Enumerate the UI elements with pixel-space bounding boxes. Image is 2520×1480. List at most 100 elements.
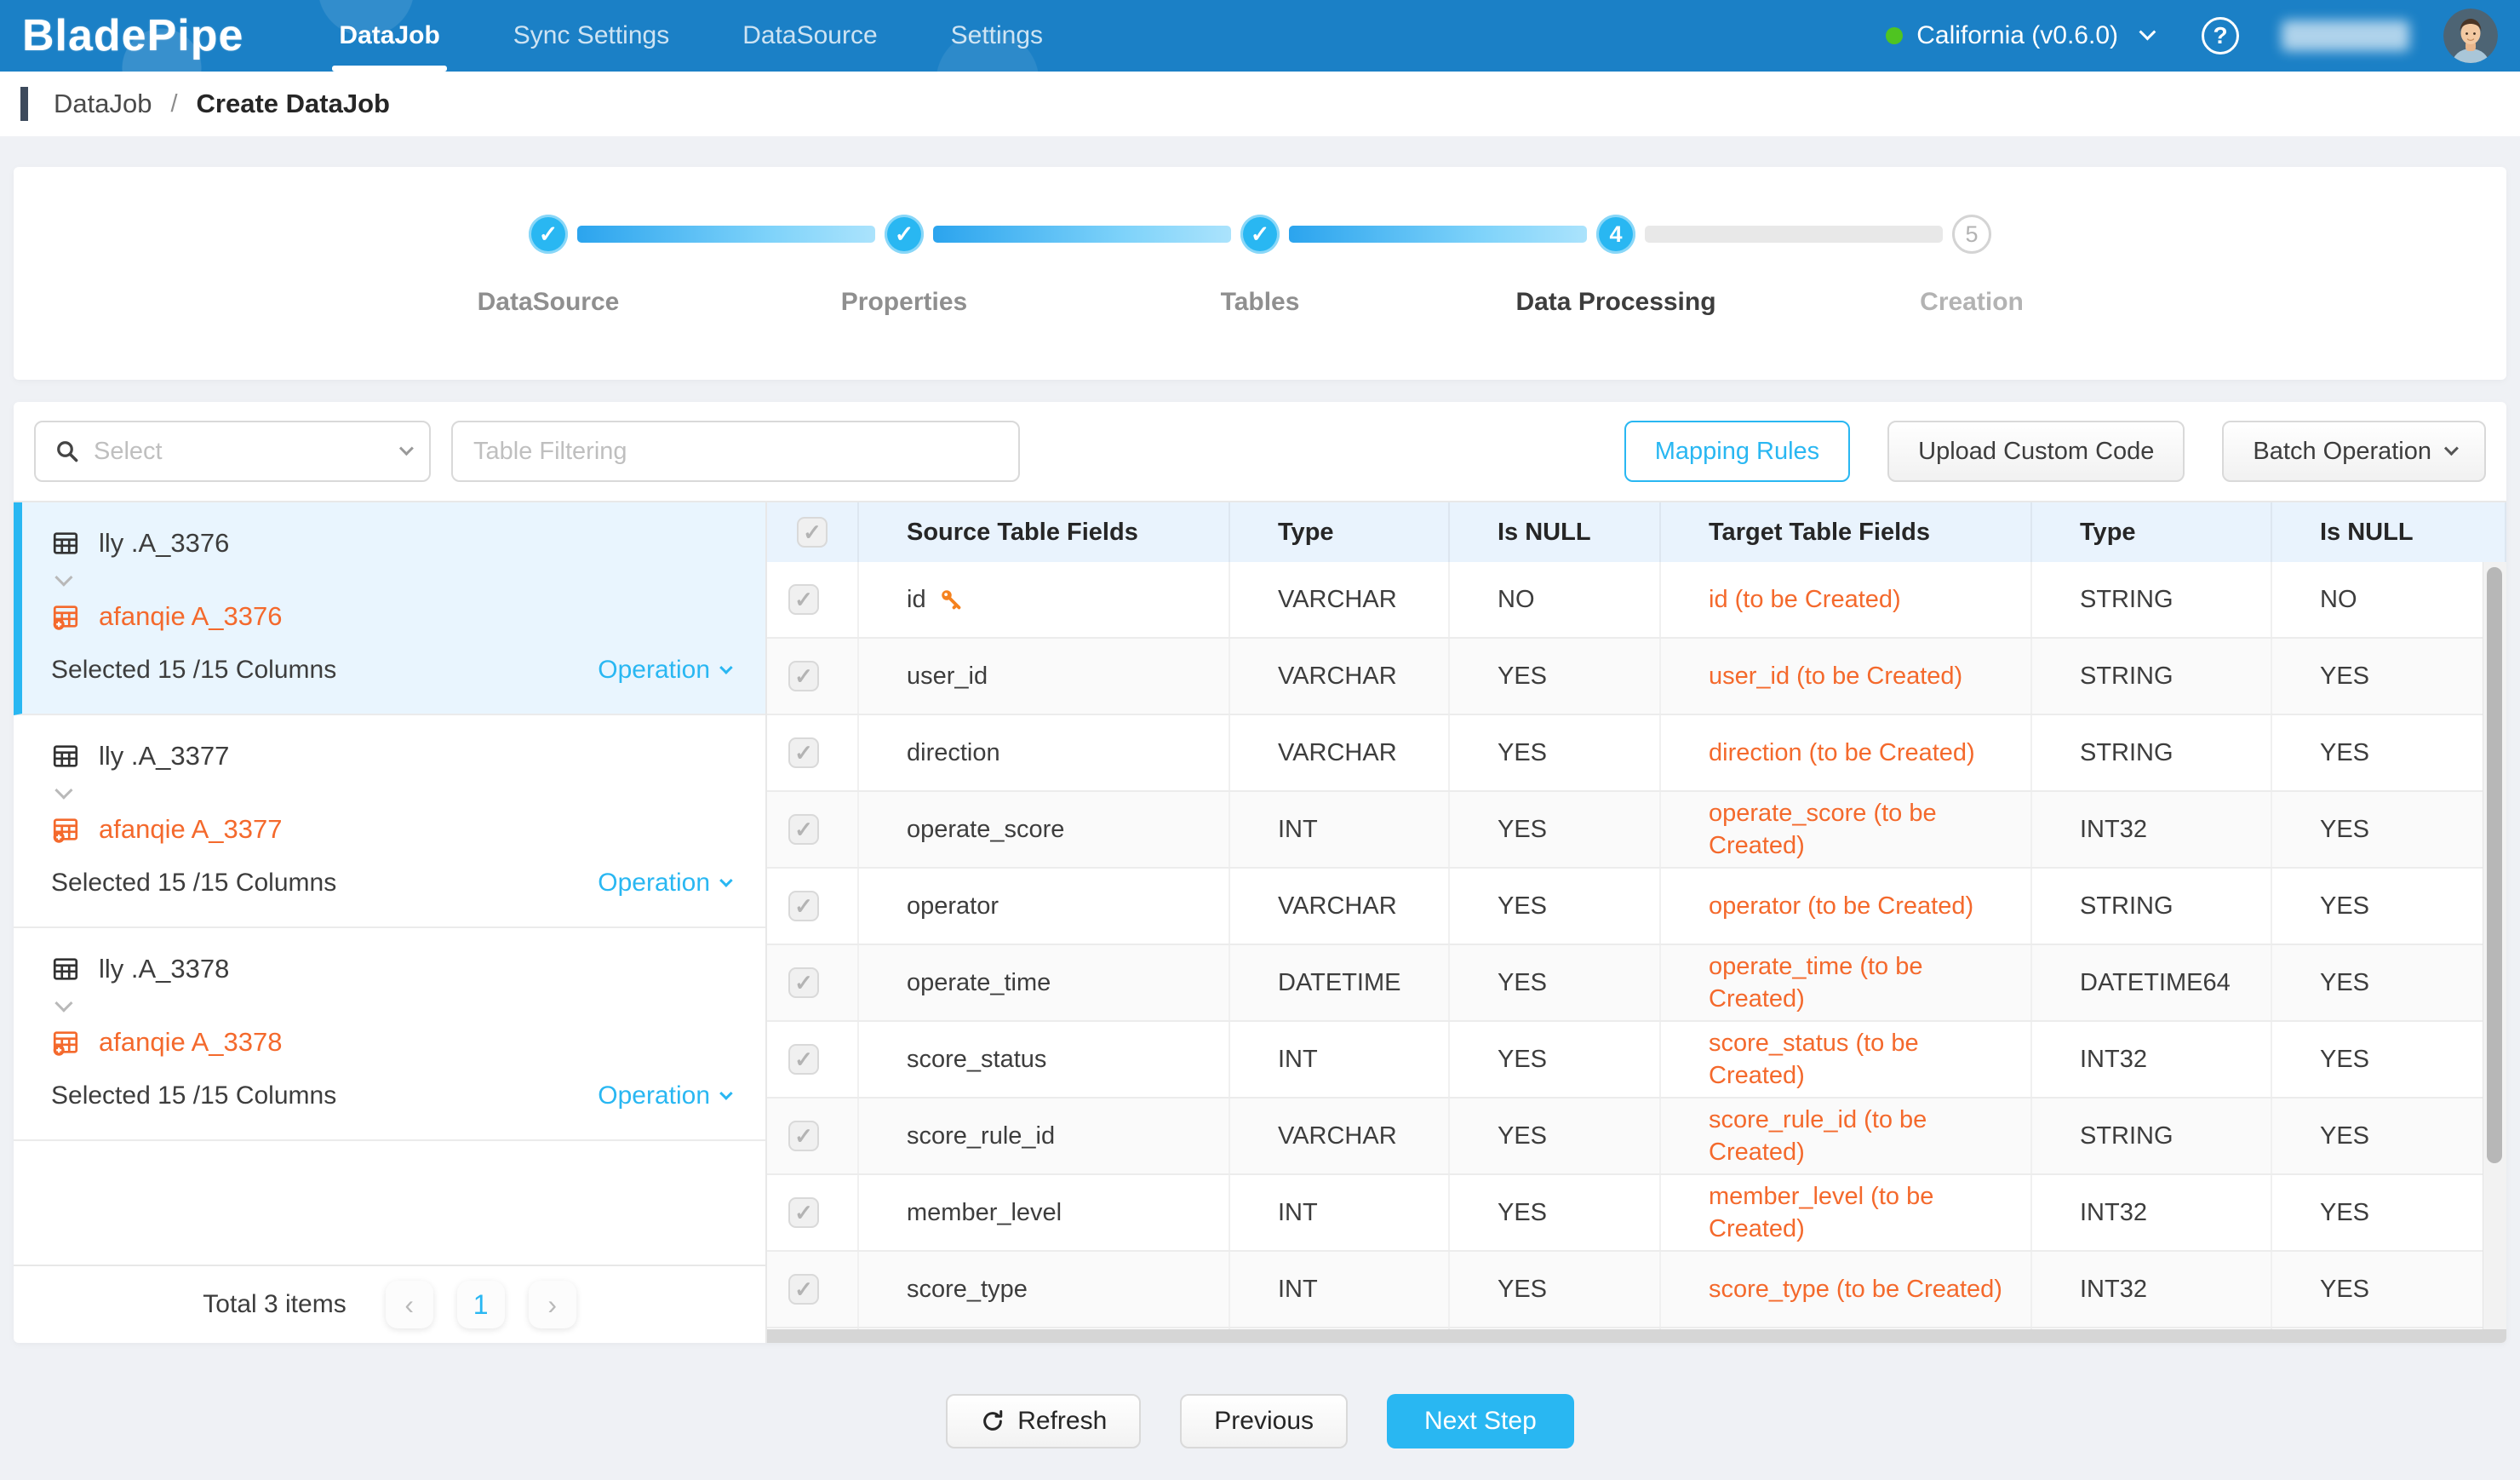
selected-columns-text: Selected 15 /15 Columns	[51, 869, 336, 898]
source-table-row: lly .A_3378	[51, 954, 730, 984]
source-null-cell: YES	[1450, 945, 1661, 1020]
row-checkbox[interactable]: ✓	[788, 584, 819, 615]
app-logo: BladePipe	[22, 10, 243, 61]
table-row: ✓ operate_score INT YES operate_score (t…	[767, 792, 2506, 869]
refresh-button[interactable]: Refresh	[946, 1394, 1141, 1448]
breadcrumb-parent[interactable]: DataJob	[54, 89, 152, 119]
chevron-down-icon	[2444, 441, 2459, 456]
col-source-null: Is NULL	[1450, 502, 1661, 562]
total-items-text: Total 3 items	[203, 1290, 346, 1319]
target-null-cell: YES	[2272, 869, 2506, 944]
target-field-cell: direction (to be Created)	[1661, 715, 2032, 790]
prev-page-button[interactable]: ‹	[386, 1281, 433, 1328]
primary-key-icon	[938, 587, 964, 612]
toolbar-actions: Mapping Rules Upload Custom Code Batch O…	[1624, 421, 2486, 482]
previous-button[interactable]: Previous	[1180, 1394, 1348, 1448]
nav-tab-datajob[interactable]: DataJob	[339, 0, 439, 72]
source-field-name: user_id	[907, 660, 988, 692]
step-circle: ✓	[885, 215, 924, 254]
next-step-button[interactable]: Next Step	[1387, 1394, 1574, 1448]
row-checkbox[interactable]: ✓	[788, 814, 819, 845]
mapping-rules-button[interactable]: Mapping Rules	[1624, 421, 1850, 482]
horizontal-scrollbar[interactable]	[767, 1329, 2506, 1343]
source-type-cell: VARCHAR	[1230, 715, 1450, 790]
table-mapping-card[interactable]: lly .A_3378 afanqie A_3378 Selected 15 /…	[14, 928, 765, 1141]
row-checkbox[interactable]: ✓	[788, 1121, 819, 1151]
chevron-down-icon[interactable]	[56, 998, 730, 1015]
step-label: Data Processing	[1515, 288, 1715, 317]
target-table-name: afanqie A_3378	[99, 1027, 283, 1058]
table-mapping-card[interactable]: lly .A_3376 afanqie A_3376 Selected 15 /…	[14, 502, 765, 715]
vertical-scrollbar-thumb[interactable]	[2487, 567, 2502, 1163]
source-null-cell: YES	[1450, 639, 1661, 714]
select-all-checkbox[interactable]: ✓	[797, 517, 828, 548]
source-null-cell: YES	[1450, 792, 1661, 867]
table-filter-input[interactable]	[451, 421, 1020, 482]
table-mapping-card[interactable]: lly .A_3377 afanqie A_3377 Selected 15 /…	[14, 715, 765, 928]
table-row: ✓ member_level INT YES member_level (to …	[767, 1175, 2506, 1252]
chevron-down-icon[interactable]	[56, 572, 730, 589]
row-checkbox[interactable]: ✓	[788, 661, 819, 691]
row-checkbox[interactable]: ✓	[788, 1197, 819, 1228]
next-page-button[interactable]: ›	[529, 1281, 576, 1328]
checkbox-cell: ✓	[767, 715, 859, 790]
checkbox-cell: ✓	[767, 562, 859, 637]
help-icon[interactable]: ?	[2202, 17, 2239, 54]
check-icon: ✓	[794, 588, 813, 611]
row-checkbox[interactable]: ✓	[788, 891, 819, 921]
chevron-down-icon	[2139, 24, 2156, 41]
source-field-name: operate_time	[907, 967, 1051, 999]
operation-label: Operation	[598, 1081, 710, 1110]
target-type-cell: INT32	[2032, 1022, 2272, 1097]
source-field-name: operator	[907, 890, 999, 922]
stepper-panel: ✓ DataSource ✓ Properties ✓ Tables 4 Dat…	[14, 167, 2506, 380]
select-dropdown[interactable]: Select	[34, 421, 431, 482]
operation-label: Operation	[598, 869, 710, 898]
select-placeholder: Select	[94, 438, 400, 466]
target-type-cell: STRING	[2032, 562, 2272, 637]
nav-right: California (v0.6.0) ?	[1886, 9, 2498, 63]
wizard-step: ✓ Tables	[1082, 215, 1438, 317]
upload-custom-code-button[interactable]: Upload Custom Code	[1887, 421, 2185, 482]
operation-dropdown[interactable]: Operation	[598, 1081, 730, 1110]
table-list: lly .A_3376 afanqie A_3376 Selected 15 /…	[14, 502, 765, 1141]
refresh-label: Refresh	[1017, 1407, 1107, 1436]
row-checkbox[interactable]: ✓	[788, 967, 819, 998]
operation-dropdown[interactable]: Operation	[598, 656, 730, 685]
target-field-cell: score_status (to be Created)	[1661, 1022, 2032, 1097]
target-type-cell: STRING	[2032, 715, 2272, 790]
operation-dropdown[interactable]: Operation	[598, 869, 730, 898]
check-icon: ✓	[794, 665, 813, 687]
target-type-cell: STRING	[2032, 869, 2272, 944]
batch-operation-button[interactable]: Batch Operation	[2222, 421, 2486, 482]
chevron-down-icon[interactable]	[56, 785, 730, 802]
row-checkbox[interactable]: ✓	[788, 737, 819, 768]
operation-label: Operation	[598, 656, 710, 685]
target-table-name: afanqie A_3377	[99, 814, 283, 845]
region-selector[interactable]: California (v0.6.0)	[1886, 21, 2152, 50]
target-field-cell: score_rule_id (to be Created)	[1661, 1099, 2032, 1173]
source-field-cell: score_status	[859, 1022, 1230, 1097]
target-null-cell: YES	[2272, 1252, 2506, 1327]
source-type-cell: VARCHAR	[1230, 562, 1450, 637]
page-number-button[interactable]: 1	[457, 1281, 505, 1328]
row-checkbox[interactable]: ✓	[788, 1274, 819, 1305]
search-icon	[54, 439, 80, 464]
nav-tab-settings[interactable]: Settings	[951, 0, 1043, 72]
wizard-step: ✓ Properties	[726, 215, 1082, 317]
card-meta-row: Selected 15 /15 Columns Operation	[51, 869, 730, 898]
region-name: California (v0.6.0)	[1916, 21, 2118, 50]
avatar-illustration	[2443, 9, 2498, 63]
step-label: DataSource	[478, 288, 620, 317]
target-field-cell: score_type (to be Created)	[1661, 1252, 2032, 1327]
checkbox-cell: ✓	[767, 1252, 859, 1327]
row-checkbox[interactable]: ✓	[788, 1044, 819, 1075]
nav-tab-sync-settings[interactable]: Sync Settings	[513, 0, 669, 72]
nav-tab-datasource[interactable]: DataSource	[742, 0, 877, 72]
card-meta-row: Selected 15 /15 Columns Operation	[51, 1081, 730, 1110]
wizard-footer: Refresh Previous Next Step	[0, 1394, 2520, 1448]
col-source-type: Type	[1230, 502, 1450, 562]
target-table-row: afanqie A_3378	[51, 1027, 730, 1058]
avatar[interactable]	[2443, 9, 2498, 63]
wizard-step: 5 Creation	[1794, 215, 2150, 317]
